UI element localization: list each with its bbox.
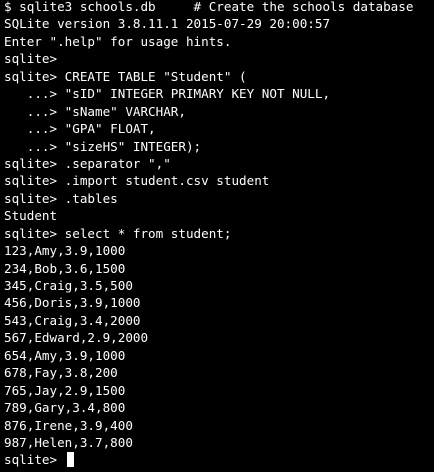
query-result-row: 654,Amy,3.9,1000 <box>4 347 126 363</box>
terminal-line: sqlite> CREATE TABLE "Student" ( <box>4 68 247 84</box>
terminal-line: sqlite> <box>4 51 58 67</box>
terminal-window[interactable]: $ sqlite3 schools.db # Create the school… <box>0 0 434 472</box>
query-result-row: 876,Irene,3.9,400 <box>4 417 133 433</box>
query-result-row: 456,Doris,3.9,1000 <box>4 295 141 311</box>
terminal-line: sqlite> select * from student; <box>4 225 232 241</box>
prompt-text: sqlite> <box>4 452 65 468</box>
terminal-line: ...> "sName" VARCHAR, <box>4 103 186 119</box>
terminal-line: ...> "GPA" FLOAT, <box>4 121 156 137</box>
terminal-line: $ sqlite3 schools.db # Create the school… <box>4 0 414 14</box>
terminal-line: SQLite version 3.8.11.1 2015-07-29 20:00… <box>4 16 331 32</box>
query-result-row: 987,Helen,3.7,800 <box>4 434 133 450</box>
terminal-line: sqlite> .import student.csv student <box>4 173 270 189</box>
query-result-row: 567,Edward,2.9,2000 <box>4 330 149 346</box>
terminal-line: sqlite> .separator "," <box>4 155 171 171</box>
query-result-row: 345,Craig,3.5,500 <box>4 278 133 293</box>
terminal-line: Enter ".help" for usage hints. <box>4 33 232 49</box>
command-prompt-line[interactable]: sqlite> <box>4 451 434 468</box>
query-result-row: 765,Jay,2.9,1500 <box>4 382 126 398</box>
query-result-row: 678,Fay,3.8,200 <box>4 365 118 381</box>
terminal-line: ...> "sID" INTEGER PRIMARY KEY NOT NULL, <box>4 86 331 102</box>
terminal-line: ...> "sizeHS" INTEGER); <box>4 138 202 154</box>
text-cursor <box>66 452 74 468</box>
terminal-line: sqlite> .tables <box>4 190 118 206</box>
query-result-row: 234,Bob,3.6,1500 <box>4 260 126 276</box>
query-result-row: 543,Craig,3.4,2000 <box>4 312 141 328</box>
query-result-row: 123,Amy,3.9,1000 <box>4 243 126 259</box>
terminal-line: Student <box>4 208 58 224</box>
query-result-row: 789,Gary,3.4,800 <box>4 400 126 416</box>
